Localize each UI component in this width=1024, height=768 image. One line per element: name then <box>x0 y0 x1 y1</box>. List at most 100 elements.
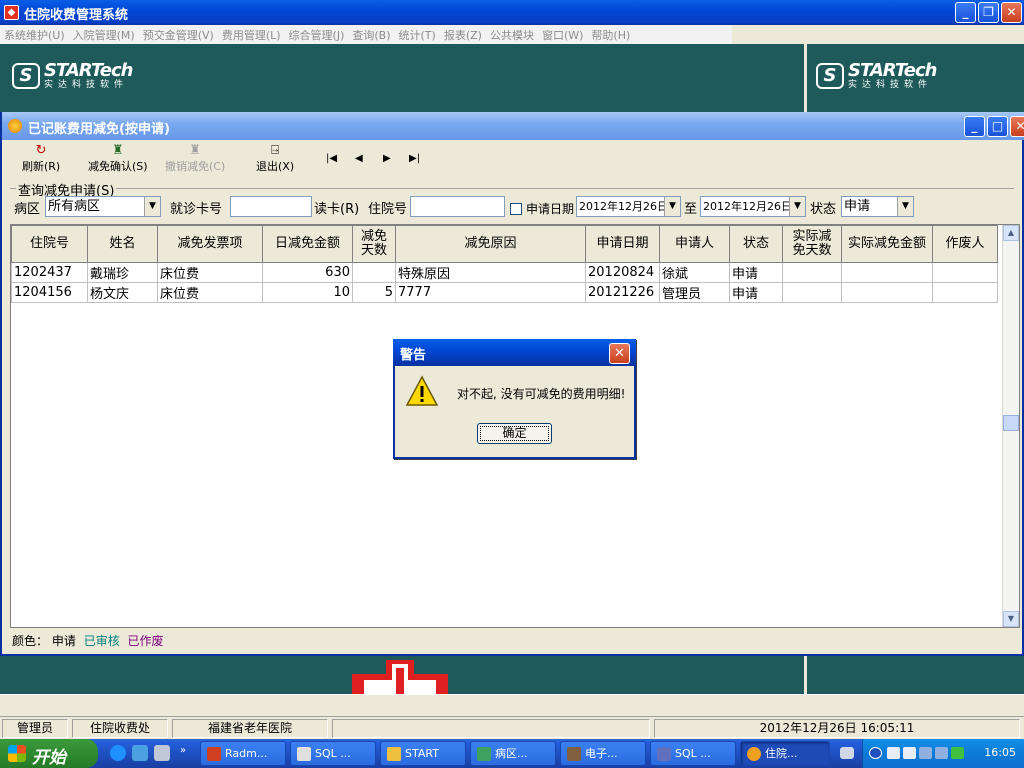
cell[interactable]: 20121226 <box>585 282 660 303</box>
more-icon[interactable]: » <box>180 745 186 756</box>
cell[interactable] <box>932 262 998 283</box>
menu-common[interactable]: 公共模块 <box>486 25 538 44</box>
app-title: 住院收费管理系统 <box>24 8 129 23</box>
menu-help[interactable]: 帮助(H) <box>587 25 634 44</box>
cell[interactable]: 20120824 <box>585 262 660 283</box>
card-number-input[interactable] <box>230 196 312 217</box>
mail-icon[interactable] <box>887 747 900 759</box>
date-from-picker[interactable]: 2012年12月26日 ▼ <box>576 196 681 217</box>
col-applicant[interactable]: 申请人 <box>659 225 730 263</box>
child-maximize-button[interactable]: □ <box>987 116 1008 137</box>
cell[interactable] <box>932 282 998 303</box>
menu-system[interactable]: 系统维护(U) <box>0 25 69 44</box>
close-button[interactable]: ✕ <box>1001 2 1022 23</box>
task-radmin[interactable]: Radm... <box>200 741 286 766</box>
vertical-scrollbar[interactable]: ▲ ▼ <box>1002 225 1019 627</box>
col-daily-amount[interactable]: 日减免金额 <box>262 225 353 263</box>
menu-bar: 系统维护(U) 入院管理(M) 预交金管理(V) 费用管理(L) 综合管理(J)… <box>0 25 1024 44</box>
mail-icon-2[interactable] <box>903 747 916 759</box>
cell[interactable] <box>782 282 842 303</box>
child-close-button[interactable]: ✕ <box>1010 116 1024 137</box>
menu-fee[interactable]: 费用管理(L) <box>218 25 285 44</box>
menu-reports[interactable]: 报表(Z) <box>440 25 486 44</box>
inpatient-number-input[interactable] <box>410 196 505 217</box>
menu-general[interactable]: 综合管理(J) <box>285 25 349 44</box>
task-sql-1[interactable]: SQL ... <box>290 741 376 766</box>
menu-query[interactable]: 查询(B) <box>348 25 394 44</box>
cell[interactable]: 徐斌 <box>659 262 730 283</box>
child-title: 已记账费用减免(按申请) <box>28 122 170 137</box>
scroll-thumb[interactable] <box>1003 415 1019 431</box>
col-reason[interactable]: 减免原因 <box>395 225 586 263</box>
cell[interactable]: 床位费 <box>157 262 263 283</box>
minimize-button[interactable]: _ <box>955 2 976 23</box>
menu-statistics[interactable]: 统计(T) <box>395 25 440 44</box>
task-start[interactable]: START <box>380 741 466 766</box>
next-record-button[interactable]: ▶ <box>383 153 391 164</box>
network-icon[interactable] <box>919 747 932 759</box>
exit-button[interactable]: ⍈ 退出(X) <box>256 144 294 174</box>
cell[interactable] <box>352 262 396 283</box>
confirm-reduction-button[interactable]: ♜ 减免确认(S) <box>88 144 148 174</box>
cell[interactable] <box>841 262 933 283</box>
cell[interactable]: 杨文庆 <box>87 282 158 303</box>
cell[interactable]: 申请 <box>729 262 783 283</box>
child-minimize-button[interactable]: _ <box>964 116 985 137</box>
keyboard-icon[interactable] <box>840 747 854 759</box>
start-button[interactable]: 开始 <box>0 739 98 768</box>
calculator-icon[interactable] <box>154 745 170 761</box>
cell[interactable]: 特殊原因 <box>395 262 586 283</box>
browser-icon[interactable] <box>132 745 148 761</box>
cell[interactable]: 630 <box>262 262 353 283</box>
menu-admission[interactable]: 入院管理(M) <box>69 25 139 44</box>
date-filter-checkbox[interactable] <box>510 203 522 215</box>
table-row[interactable]: 1202437 戴瑞珍 床位费 630 特殊原因 20120824 徐斌 申请 <box>11 262 998 283</box>
company-logo-right: S STARTech 实达科技软件 <box>816 61 937 91</box>
last-record-button[interactable]: ▶| <box>409 153 420 164</box>
cell[interactable]: 1202437 <box>11 262 88 283</box>
prev-record-button[interactable]: ◀ <box>355 153 363 164</box>
col-actual-days[interactable]: 实际减免天数 <box>782 225 842 263</box>
task-electronic[interactable]: 电子... <box>560 741 646 766</box>
scroll-up-icon[interactable]: ▲ <box>1003 225 1019 241</box>
col-actual-amount[interactable]: 实际减免金额 <box>841 225 933 263</box>
cell[interactable] <box>782 262 842 283</box>
cell[interactable]: 管理员 <box>659 282 730 303</box>
menu-deposit[interactable]: 预交金管理(V) <box>139 25 218 44</box>
col-inpatient-no[interactable]: 住院号 <box>11 225 88 263</box>
first-record-button[interactable]: |◀ <box>326 153 337 164</box>
restore-button[interactable]: ❐ <box>978 2 999 23</box>
table-row[interactable]: 1204156 杨文庆 床位费 10 5 7777 20121226 管理员 申… <box>11 282 998 303</box>
tray-expand-icon[interactable] <box>869 747 882 759</box>
task-inpatient[interactable]: 住院... <box>740 741 830 766</box>
col-name[interactable]: 姓名 <box>87 225 158 263</box>
cell[interactable] <box>841 282 933 303</box>
scroll-down-icon[interactable]: ▼ <box>1003 611 1019 627</box>
cell[interactable]: 床位费 <box>157 282 263 303</box>
cancel-reduction-button[interactable]: ♜ 撤销减免(C) <box>165 144 225 174</box>
task-ward[interactable]: 病区... <box>470 741 556 766</box>
cell[interactable]: 7777 <box>395 282 586 303</box>
task-sql-2[interactable]: SQL ... <box>650 741 736 766</box>
col-status[interactable]: 状态 <box>729 225 783 263</box>
ie-icon[interactable] <box>110 745 126 761</box>
menu-window[interactable]: 窗口(W) <box>538 25 587 44</box>
refresh-button[interactable]: ↻ 刷新(R) <box>22 144 60 174</box>
status-select[interactable]: 申请 ▼ <box>841 196 914 217</box>
date-to-picker[interactable]: 2012年12月26日 ▼ <box>700 196 806 217</box>
ok-button[interactable]: 确定 <box>477 423 552 444</box>
col-voided-by[interactable]: 作废人 <box>932 225 998 263</box>
col-days[interactable]: 减免天数 <box>352 225 396 263</box>
col-apply-date[interactable]: 申请日期 <box>585 225 660 263</box>
cell[interactable]: 1204156 <box>11 282 88 303</box>
cell[interactable]: 戴瑞珍 <box>87 262 158 283</box>
col-invoice-item[interactable]: 减免发票项 <box>157 225 263 263</box>
ward-select[interactable]: 所有病区 ▼ <box>45 196 161 217</box>
dialog-close-button[interactable]: ✕ <box>609 343 630 364</box>
read-card-button[interactable]: 读卡(R) <box>314 198 359 217</box>
cell[interactable]: 10 <box>262 282 353 303</box>
network-icon-2[interactable] <box>935 747 948 759</box>
cell[interactable]: 5 <box>352 282 396 303</box>
security-shield-icon[interactable] <box>951 747 964 759</box>
cell[interactable]: 申请 <box>729 282 783 303</box>
